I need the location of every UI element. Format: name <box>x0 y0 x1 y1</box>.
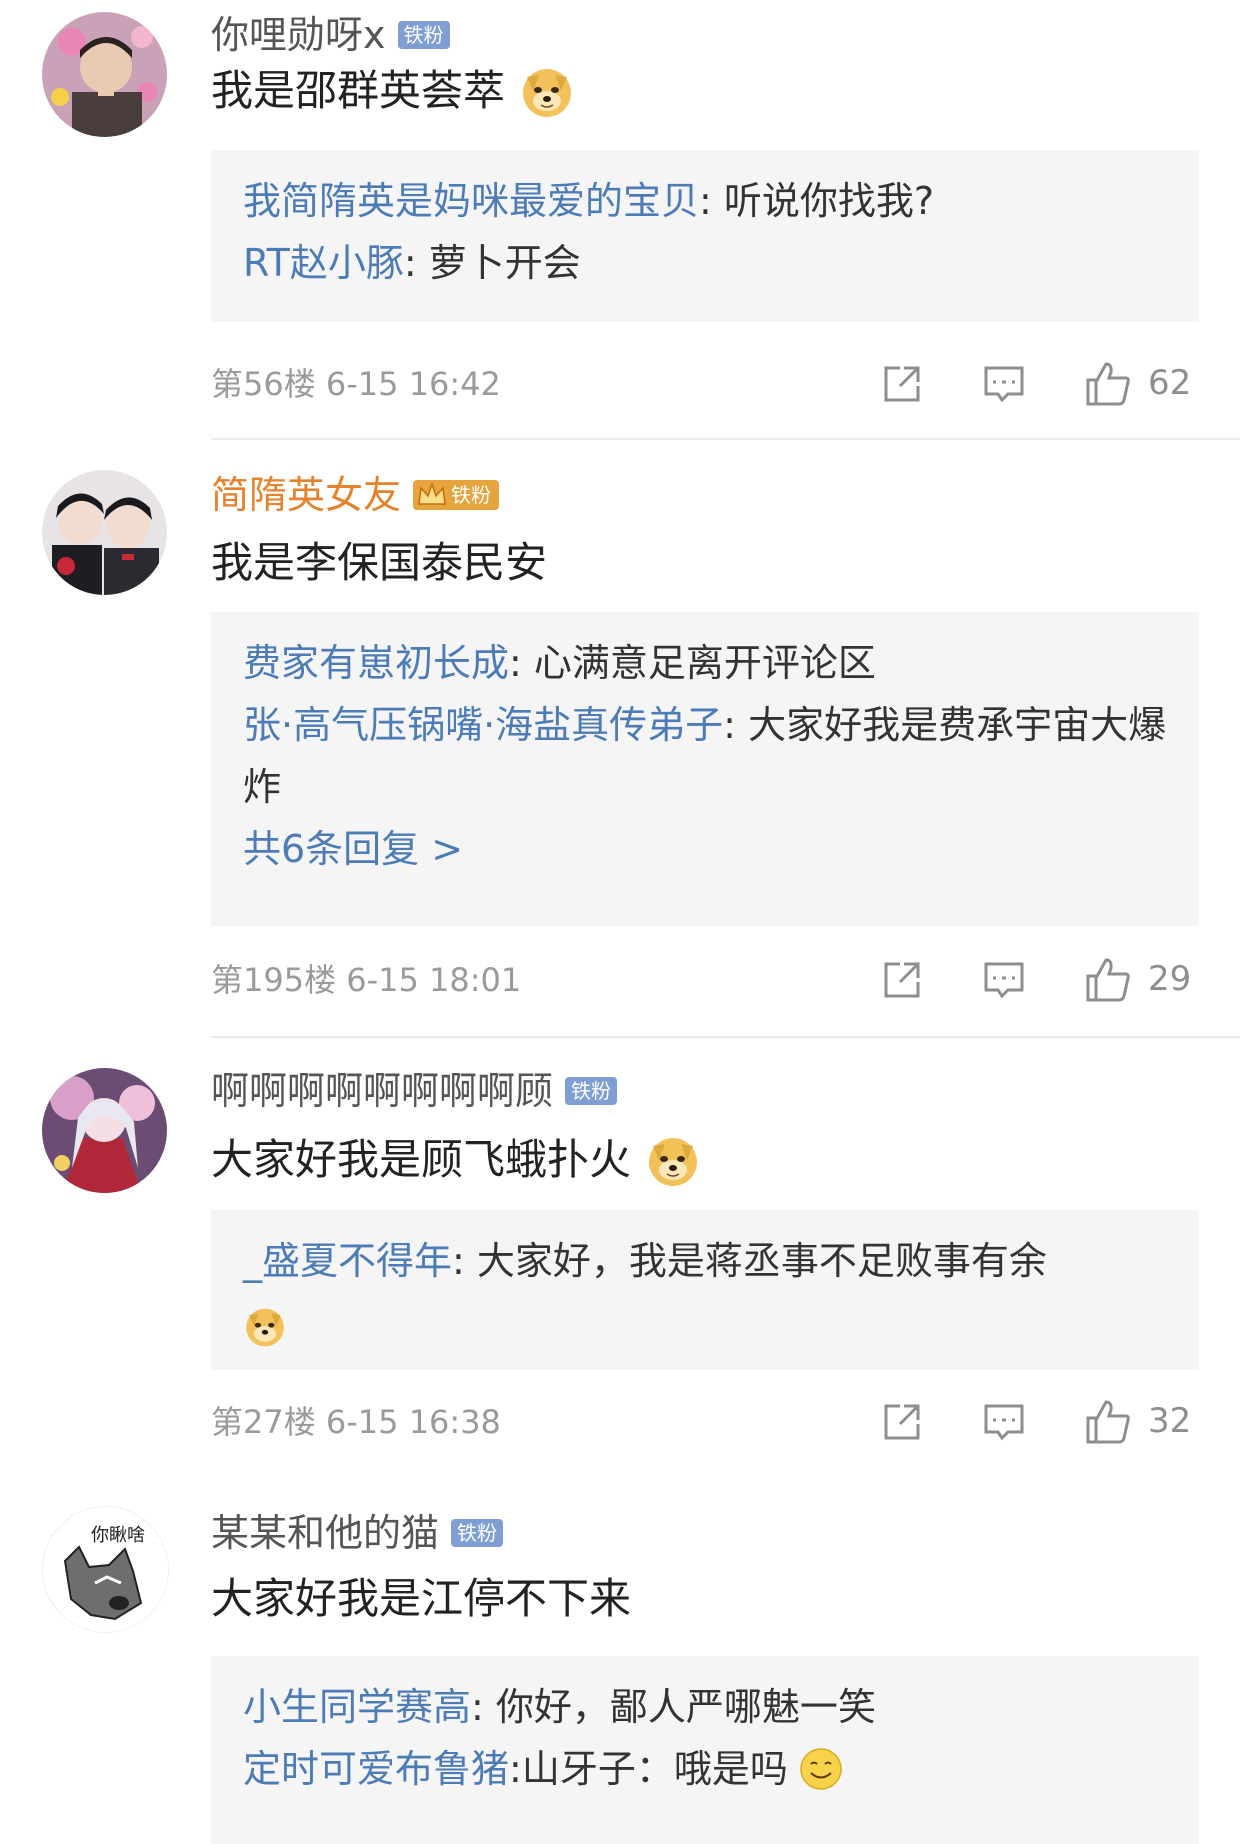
floor-timestamp: 第195楼 6-15 18:01 <box>211 961 522 999</box>
username[interactable]: 你哩勋呀x 铁粉 <box>211 10 450 60</box>
reply-username[interactable]: 小生同学赛高 <box>243 1685 471 1729</box>
like-icon[interactable] <box>1084 956 1132 1004</box>
like-count: 29 <box>1148 959 1192 999</box>
reply-text: 你好，鄙人严哪魅一笑 <box>495 1685 876 1729</box>
divider <box>211 438 1240 440</box>
action-bar: 62 <box>880 358 1200 410</box>
like-count: 32 <box>1148 1401 1192 1441</box>
crown-icon <box>418 482 446 505</box>
comment-text-label: 大家好我是江停不下来 <box>211 1574 632 1623</box>
fan-badge-label: 铁粉 <box>451 483 492 507</box>
reply-line[interactable]: 定时可爱布鲁猪: 山牙子：哦是吗 <box>243 1738 1167 1800</box>
fan-badge: 铁粉 <box>565 1077 618 1105</box>
comment-icon[interactable] <box>982 1400 1026 1444</box>
reply-line[interactable]: _盛夏不得年: 大家好，我是蒋丞事不足败事有余 <box>243 1230 1167 1292</box>
reply-username[interactable]: 费家有崽初长成 <box>243 641 509 685</box>
reply-line[interactable]: RT赵小豚: 萝卜开会 <box>243 232 1167 294</box>
reply-username[interactable]: 张·高气压锅嘴·海盐真传弟子 <box>243 703 723 747</box>
reply-username[interactable]: 我简隋英是妈咪最爱的宝贝 <box>243 179 699 223</box>
avatar[interactable] <box>42 470 167 595</box>
comment-text: 我是邵群英荟萃 <box>211 63 575 119</box>
reply-username[interactable]: _盛夏不得年 <box>243 1239 452 1283</box>
reply-text: 心满意足离开评论区 <box>533 641 876 685</box>
action-bar: 29 <box>880 954 1200 1006</box>
like-icon[interactable] <box>1084 1398 1132 1446</box>
reply-box[interactable]: _盛夏不得年: 大家好，我是蒋丞事不足败事有余 <box>211 1210 1199 1370</box>
username-label[interactable]: 你哩勋呀x <box>211 10 386 60</box>
username-label[interactable]: 啊啊啊啊啊啊啊啊顾 <box>211 1066 553 1116</box>
avatar[interactable] <box>42 12 167 137</box>
fan-badge: 铁粉 <box>451 1519 504 1547</box>
reply-username[interactable]: RT赵小豚 <box>243 241 404 285</box>
repost-icon[interactable] <box>880 1400 924 1444</box>
comment-text-label: 我是李保国泰民安 <box>211 538 548 587</box>
avatar[interactable]: 你瞅啥 <box>42 1506 169 1633</box>
reply-text: 山牙子：哦是吗 <box>521 1747 788 1791</box>
comment-text: 大家好我是江停不下来 <box>211 1572 631 1626</box>
reply-box[interactable]: 费家有崽初长成: 心满意足离开评论区 张·高气压锅嘴·海盐真传弟子: 大家好我是… <box>211 612 1199 926</box>
repost-icon[interactable] <box>880 958 924 1002</box>
comment-text-label: 我是邵群英荟萃 <box>211 66 506 115</box>
crown-fan-badge: 铁粉 <box>413 480 500 510</box>
reply-box[interactable]: 我简隋英是妈咪最爱的宝贝: 听说你找我? RT赵小豚: 萝卜开会 <box>211 150 1199 322</box>
username-label[interactable]: 某某和他的猫 <box>211 1508 439 1558</box>
divider <box>211 1036 1240 1038</box>
reply-line[interactable]: 我简隋英是妈咪最爱的宝贝: 听说你找我? <box>243 170 1167 232</box>
avatar[interactable] <box>42 1068 167 1193</box>
doge-emoji-icon <box>246 1308 284 1346</box>
like-icon[interactable] <box>1084 360 1132 408</box>
reply-box[interactable]: 小生同学赛高: 你好，鄙人严哪魅一笑 定时可爱布鲁猪: 山牙子：哦是吗 <box>211 1656 1199 1844</box>
reply-line[interactable]: 张·高气压锅嘴·海盐真传弟子: 大家好我是费承宇宙大爆炸 <box>243 694 1167 818</box>
username[interactable]: 某某和他的猫 铁粉 <box>211 1508 504 1558</box>
reply-line[interactable]: 费家有崽初长成: 心满意足离开评论区 <box>243 632 1167 694</box>
username[interactable]: 啊啊啊啊啊啊啊啊顾 铁粉 <box>211 1066 618 1116</box>
comment-icon[interactable] <box>982 958 1026 1002</box>
reply-line[interactable]: 小生同学赛高: 你好，鄙人严哪魅一笑 <box>243 1676 1167 1738</box>
smile-emoji-icon <box>800 1748 842 1790</box>
avatar-caption: 你瞅啥 <box>91 1525 145 1546</box>
username-label[interactable]: 简隋英女友 <box>211 470 401 520</box>
doge-emoji-icon <box>649 1138 698 1186</box>
comment-text-label: 大家好我是顾飞蛾扑火 <box>211 1135 632 1184</box>
floor-timestamp: 第27楼 6-15 16:38 <box>211 1403 501 1441</box>
action-bar: 32 <box>880 1396 1200 1448</box>
reply-line <box>243 1292 1167 1354</box>
reply-text: 大家好，我是蒋丞事不足败事有余 <box>476 1239 1047 1283</box>
view-more-replies-link[interactable]: 共6条回复 > <box>243 818 1167 880</box>
repost-icon[interactable] <box>880 362 924 406</box>
comment-text: 我是李保国泰民安 <box>211 536 547 590</box>
reply-text: 听说你找我? <box>723 179 935 223</box>
reply-username[interactable]: 定时可爱布鲁猪 <box>243 1738 509 1800</box>
doge-emoji-icon <box>523 69 572 117</box>
fan-badge: 铁粉 <box>397 21 450 49</box>
reply-text: 萝卜开会 <box>428 241 581 285</box>
like-count: 62 <box>1148 363 1192 403</box>
floor-timestamp: 第56楼 6-15 16:42 <box>211 365 501 403</box>
comment-icon[interactable] <box>982 362 1026 406</box>
username[interactable]: 简隋英女友 铁粉 <box>211 470 500 520</box>
comment-text: 大家好我是顾飞蛾扑火 <box>211 1132 701 1188</box>
